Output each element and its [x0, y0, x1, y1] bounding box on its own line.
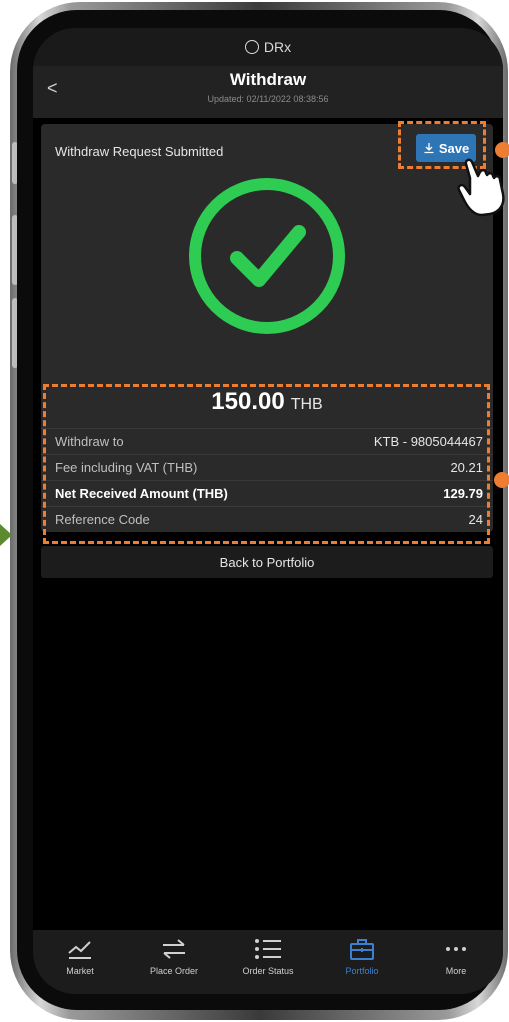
- tab-bar: Market Place Order Order Status Portfoli…: [33, 930, 503, 994]
- pointer-hand-icon: [457, 158, 505, 217]
- app-logo-icon: [244, 40, 259, 54]
- annotation-marker: [494, 472, 509, 488]
- tab-place-order[interactable]: Place Order: [127, 930, 221, 994]
- updated-timestamp: Updated: 02/11/2022 08:38:56: [207, 94, 329, 104]
- annotation-marker: [495, 142, 509, 158]
- status-bar: DRx: [33, 28, 503, 66]
- back-to-portfolio-button[interactable]: Back to Portfolio: [41, 546, 493, 578]
- details-highlight-box: [43, 384, 490, 544]
- briefcase-icon: [350, 939, 374, 960]
- chart-icon: [68, 941, 91, 959]
- tab-label: Place Order: [149, 966, 199, 976]
- tab-market[interactable]: Market: [33, 930, 127, 994]
- success-check-icon: [187, 176, 347, 341]
- tab-label: Order Status: [242, 966, 294, 976]
- nav-bar: < Withdraw Updated: 02/11/2022 08:38:56: [33, 66, 503, 118]
- tab-label: Portfolio: [345, 966, 379, 976]
- tab-label: More: [445, 966, 467, 976]
- page-title: Withdraw: [229, 70, 307, 89]
- app-name: DRx: [263, 39, 292, 55]
- swap-arrows-icon: [163, 939, 185, 959]
- tab-portfolio[interactable]: Portfolio: [315, 930, 409, 994]
- list-icon: [255, 939, 281, 959]
- request-title: Withdraw Request Submitted: [55, 144, 224, 159]
- annotation-arrow-icon: [0, 524, 12, 546]
- tab-more[interactable]: More: [409, 930, 503, 994]
- tab-order-status[interactable]: Order Status: [221, 930, 315, 994]
- more-dots-icon: [446, 947, 466, 951]
- tab-label: Market: [66, 966, 94, 976]
